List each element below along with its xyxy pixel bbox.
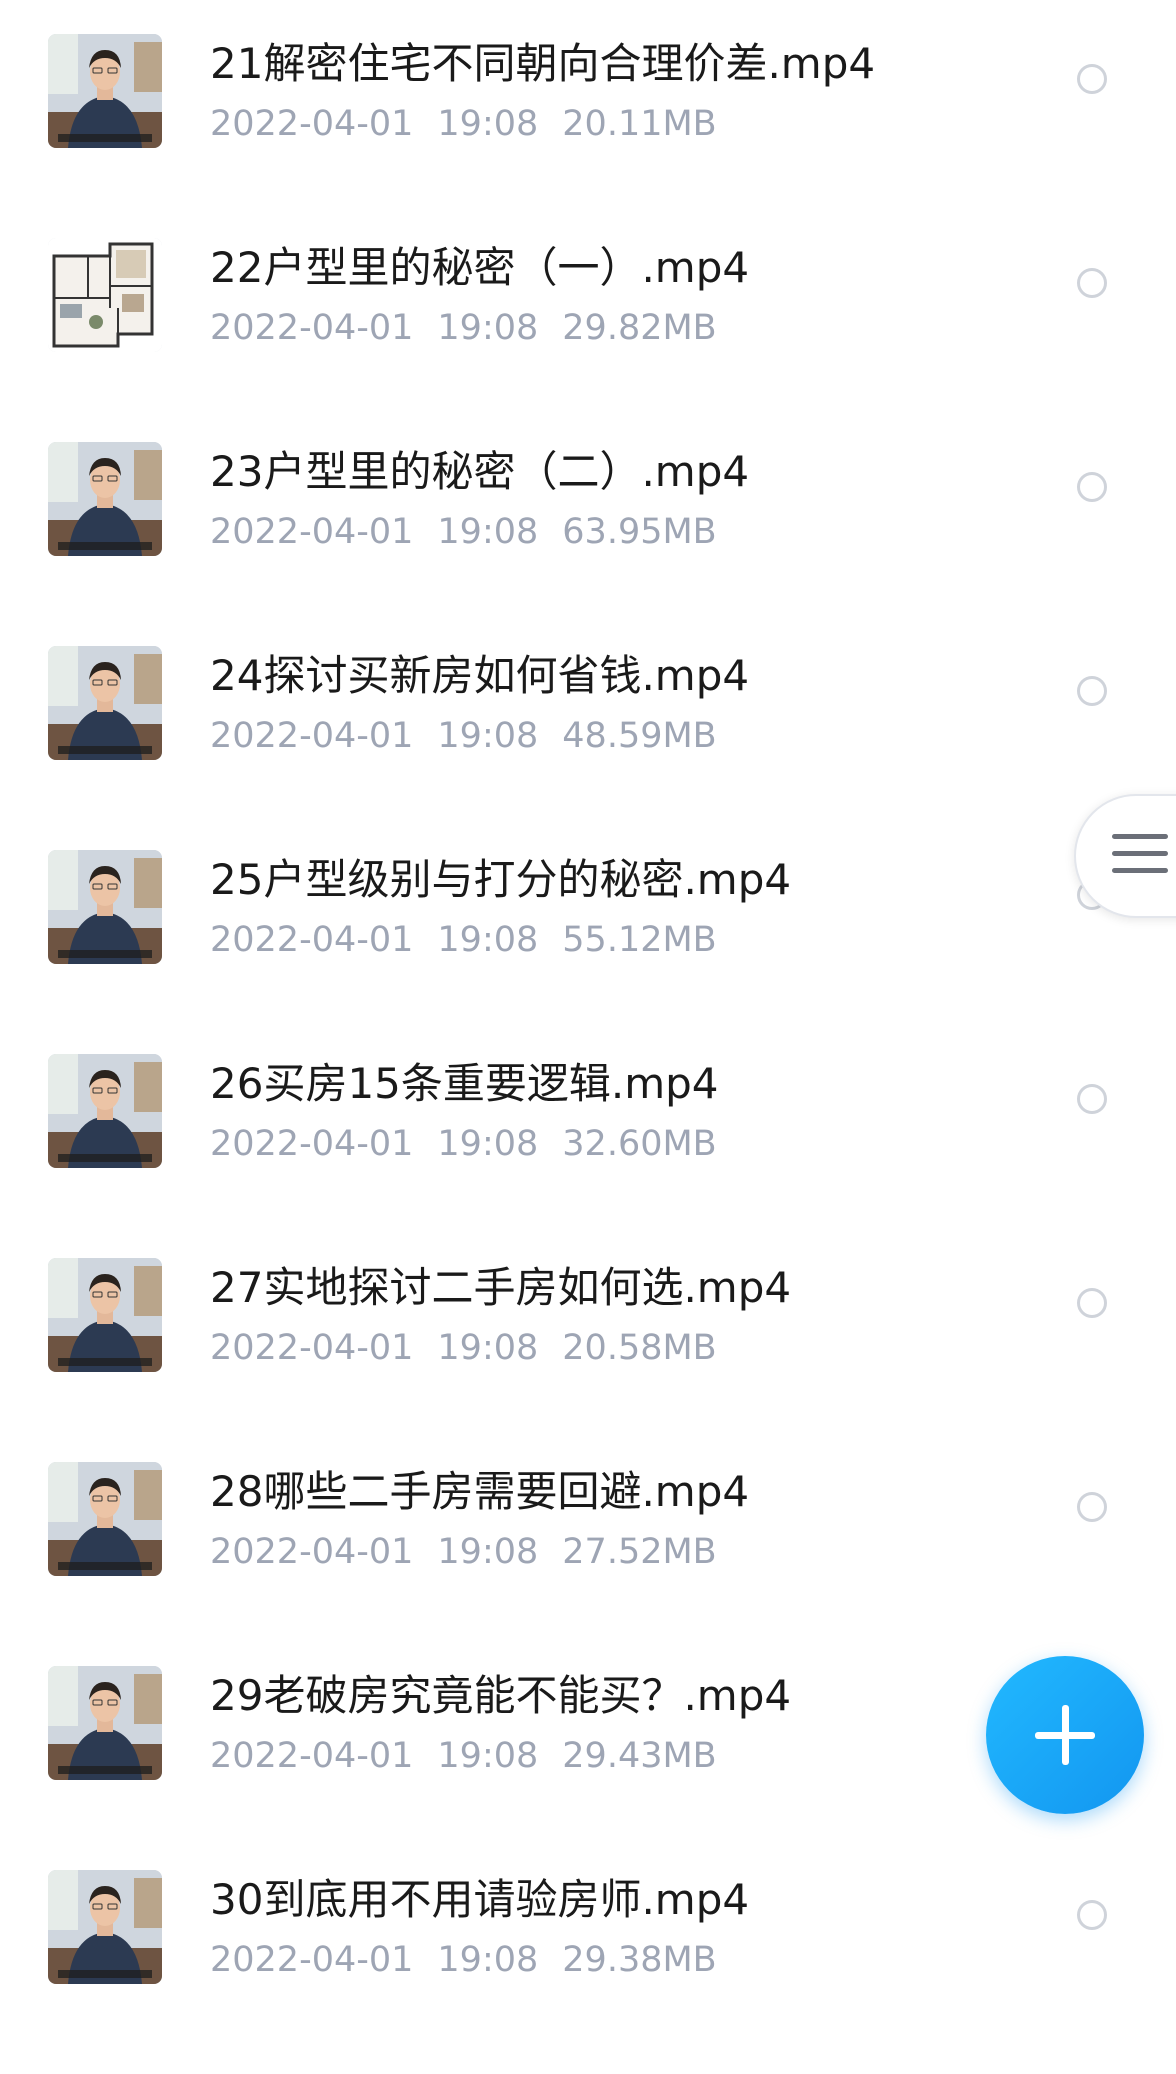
file-size: 29.38MB xyxy=(562,1940,717,1980)
file-name: 22户型里的秘密（一）.mp4 xyxy=(210,243,750,292)
file-time: 19:08 xyxy=(437,1940,539,1980)
file-row[interactable]: 30到底用不用请验房师.mp4 2022-04-01 19:08 29.38MB xyxy=(0,1870,1176,2074)
file-name: 21解密住宅不同朝向合理价差.mp4 xyxy=(210,39,876,88)
file-size: 20.58MB xyxy=(562,1328,717,1368)
file-size: 32.60MB xyxy=(562,1124,717,1164)
select-radio[interactable] xyxy=(1077,268,1107,298)
file-meta: 2022-04-01 19:08 55.12MB xyxy=(210,916,741,964)
file-time: 19:08 xyxy=(437,716,539,756)
file-time: 19:08 xyxy=(437,1736,539,1776)
file-time: 19:08 xyxy=(437,1532,539,1572)
file-name: 28哪些二手房需要回避.mp4 xyxy=(210,1467,750,1516)
file-date: 2022-04-01 xyxy=(210,716,414,756)
file-size: 20.11MB xyxy=(562,104,717,144)
file-row[interactable]: 27实地探讨二手房如何选.mp4 2022-04-01 19:08 20.58MB xyxy=(0,1258,1176,1462)
file-time: 19:08 xyxy=(437,1124,539,1164)
file-row[interactable]: 21解密住宅不同朝向合理价差.mp4 2022-04-01 19:08 20.11M… xyxy=(0,34,1176,238)
select-radio[interactable] xyxy=(1077,1900,1107,1930)
file-date: 2022-04-01 xyxy=(210,1736,414,1776)
file-meta: 2022-04-01 19:08 20.11MB xyxy=(210,100,741,148)
file-meta: 2022-04-01 19:08 63.95MB xyxy=(210,508,741,556)
file-date: 2022-04-01 xyxy=(210,920,414,960)
file-time: 19:08 xyxy=(437,512,539,552)
video-thumbnail-icon[interactable] xyxy=(48,1054,162,1168)
file-meta: 2022-04-01 19:08 32.60MB xyxy=(210,1120,741,1168)
video-thumbnail-icon[interactable] xyxy=(48,442,162,556)
video-thumbnail-icon[interactable] xyxy=(48,850,162,964)
file-meta: 2022-04-01 19:08 20.58MB xyxy=(210,1324,741,1372)
file-time: 19:08 xyxy=(437,1328,539,1368)
file-date: 2022-04-01 xyxy=(210,1328,414,1368)
file-meta: 2022-04-01 19:08 29.43MB xyxy=(210,1732,741,1780)
select-radio[interactable] xyxy=(1077,472,1107,502)
file-row[interactable]: 25户型级别与打分的秘密.mp4 2022-04-01 19:08 55.12MB xyxy=(0,850,1176,1054)
file-size: 48.59MB xyxy=(562,716,717,756)
add-button[interactable] xyxy=(986,1656,1144,1814)
file-time: 19:08 xyxy=(437,920,539,960)
file-time: 19:08 xyxy=(437,308,539,348)
select-radio[interactable] xyxy=(1077,1084,1107,1114)
video-thumbnail-icon[interactable] xyxy=(48,1258,162,1372)
select-radio[interactable] xyxy=(1077,1288,1107,1318)
file-name: 30到底用不用请验房师.mp4 xyxy=(210,1875,750,1924)
file-name: 25户型级别与打分的秘密.mp4 xyxy=(210,855,792,904)
file-meta: 2022-04-01 19:08 29.38MB xyxy=(210,1936,741,1984)
select-radio[interactable] xyxy=(1077,1492,1107,1522)
video-thumbnail-icon[interactable] xyxy=(48,1870,162,1984)
floorplan-thumbnail-icon[interactable] xyxy=(48,238,162,352)
file-date: 2022-04-01 xyxy=(210,1124,414,1164)
file-row[interactable]: 22户型里的秘密（一）.mp4 2022-04-01 19:08 29.82MB xyxy=(0,238,1176,442)
file-meta: 2022-04-01 19:08 29.82MB xyxy=(210,304,741,352)
file-name: 23户型里的秘密（二）.mp4 xyxy=(210,447,750,496)
file-date: 2022-04-01 xyxy=(210,1532,414,1572)
file-size: 29.43MB xyxy=(562,1736,717,1776)
file-name: 29老破房究竟能不能买？.mp4 xyxy=(210,1671,792,1720)
file-name: 27实地探讨二手房如何选.mp4 xyxy=(210,1263,792,1312)
select-radio[interactable] xyxy=(1077,676,1107,706)
file-row[interactable]: 23户型里的秘密（二）.mp4 2022-04-01 19:08 63.95MB xyxy=(0,442,1176,646)
file-size: 27.52MB xyxy=(562,1532,717,1572)
file-meta: 2022-04-01 19:08 27.52MB xyxy=(210,1528,741,1576)
file-row[interactable]: 28哪些二手房需要回避.mp4 2022-04-01 19:08 27.52MB xyxy=(0,1462,1176,1666)
video-thumbnail-icon[interactable] xyxy=(48,646,162,760)
file-name: 26买房15条重要逻辑.mp4 xyxy=(210,1059,719,1108)
file-name: 24探讨买新房如何省钱.mp4 xyxy=(210,651,750,700)
video-thumbnail-icon[interactable] xyxy=(48,34,162,148)
file-row[interactable]: 24探讨买新房如何省钱.mp4 2022-04-01 19:08 48.59MB xyxy=(0,646,1176,850)
video-thumbnail-icon[interactable] xyxy=(48,1666,162,1780)
file-size: 55.12MB xyxy=(562,920,717,960)
file-date: 2022-04-01 xyxy=(210,104,414,144)
file-date: 2022-04-01 xyxy=(210,308,414,348)
file-size: 29.82MB xyxy=(562,308,717,348)
file-row[interactable]: 26买房15条重要逻辑.mp4 2022-04-01 19:08 32.60MB xyxy=(0,1054,1176,1258)
file-date: 2022-04-01 xyxy=(210,1940,414,1980)
menu-icon xyxy=(1112,834,1168,885)
file-meta: 2022-04-01 19:08 48.59MB xyxy=(210,712,741,760)
file-size: 63.95MB xyxy=(562,512,717,552)
select-radio[interactable] xyxy=(1077,64,1107,94)
file-date: 2022-04-01 xyxy=(210,512,414,552)
video-thumbnail-icon[interactable] xyxy=(48,1462,162,1576)
file-time: 19:08 xyxy=(437,104,539,144)
